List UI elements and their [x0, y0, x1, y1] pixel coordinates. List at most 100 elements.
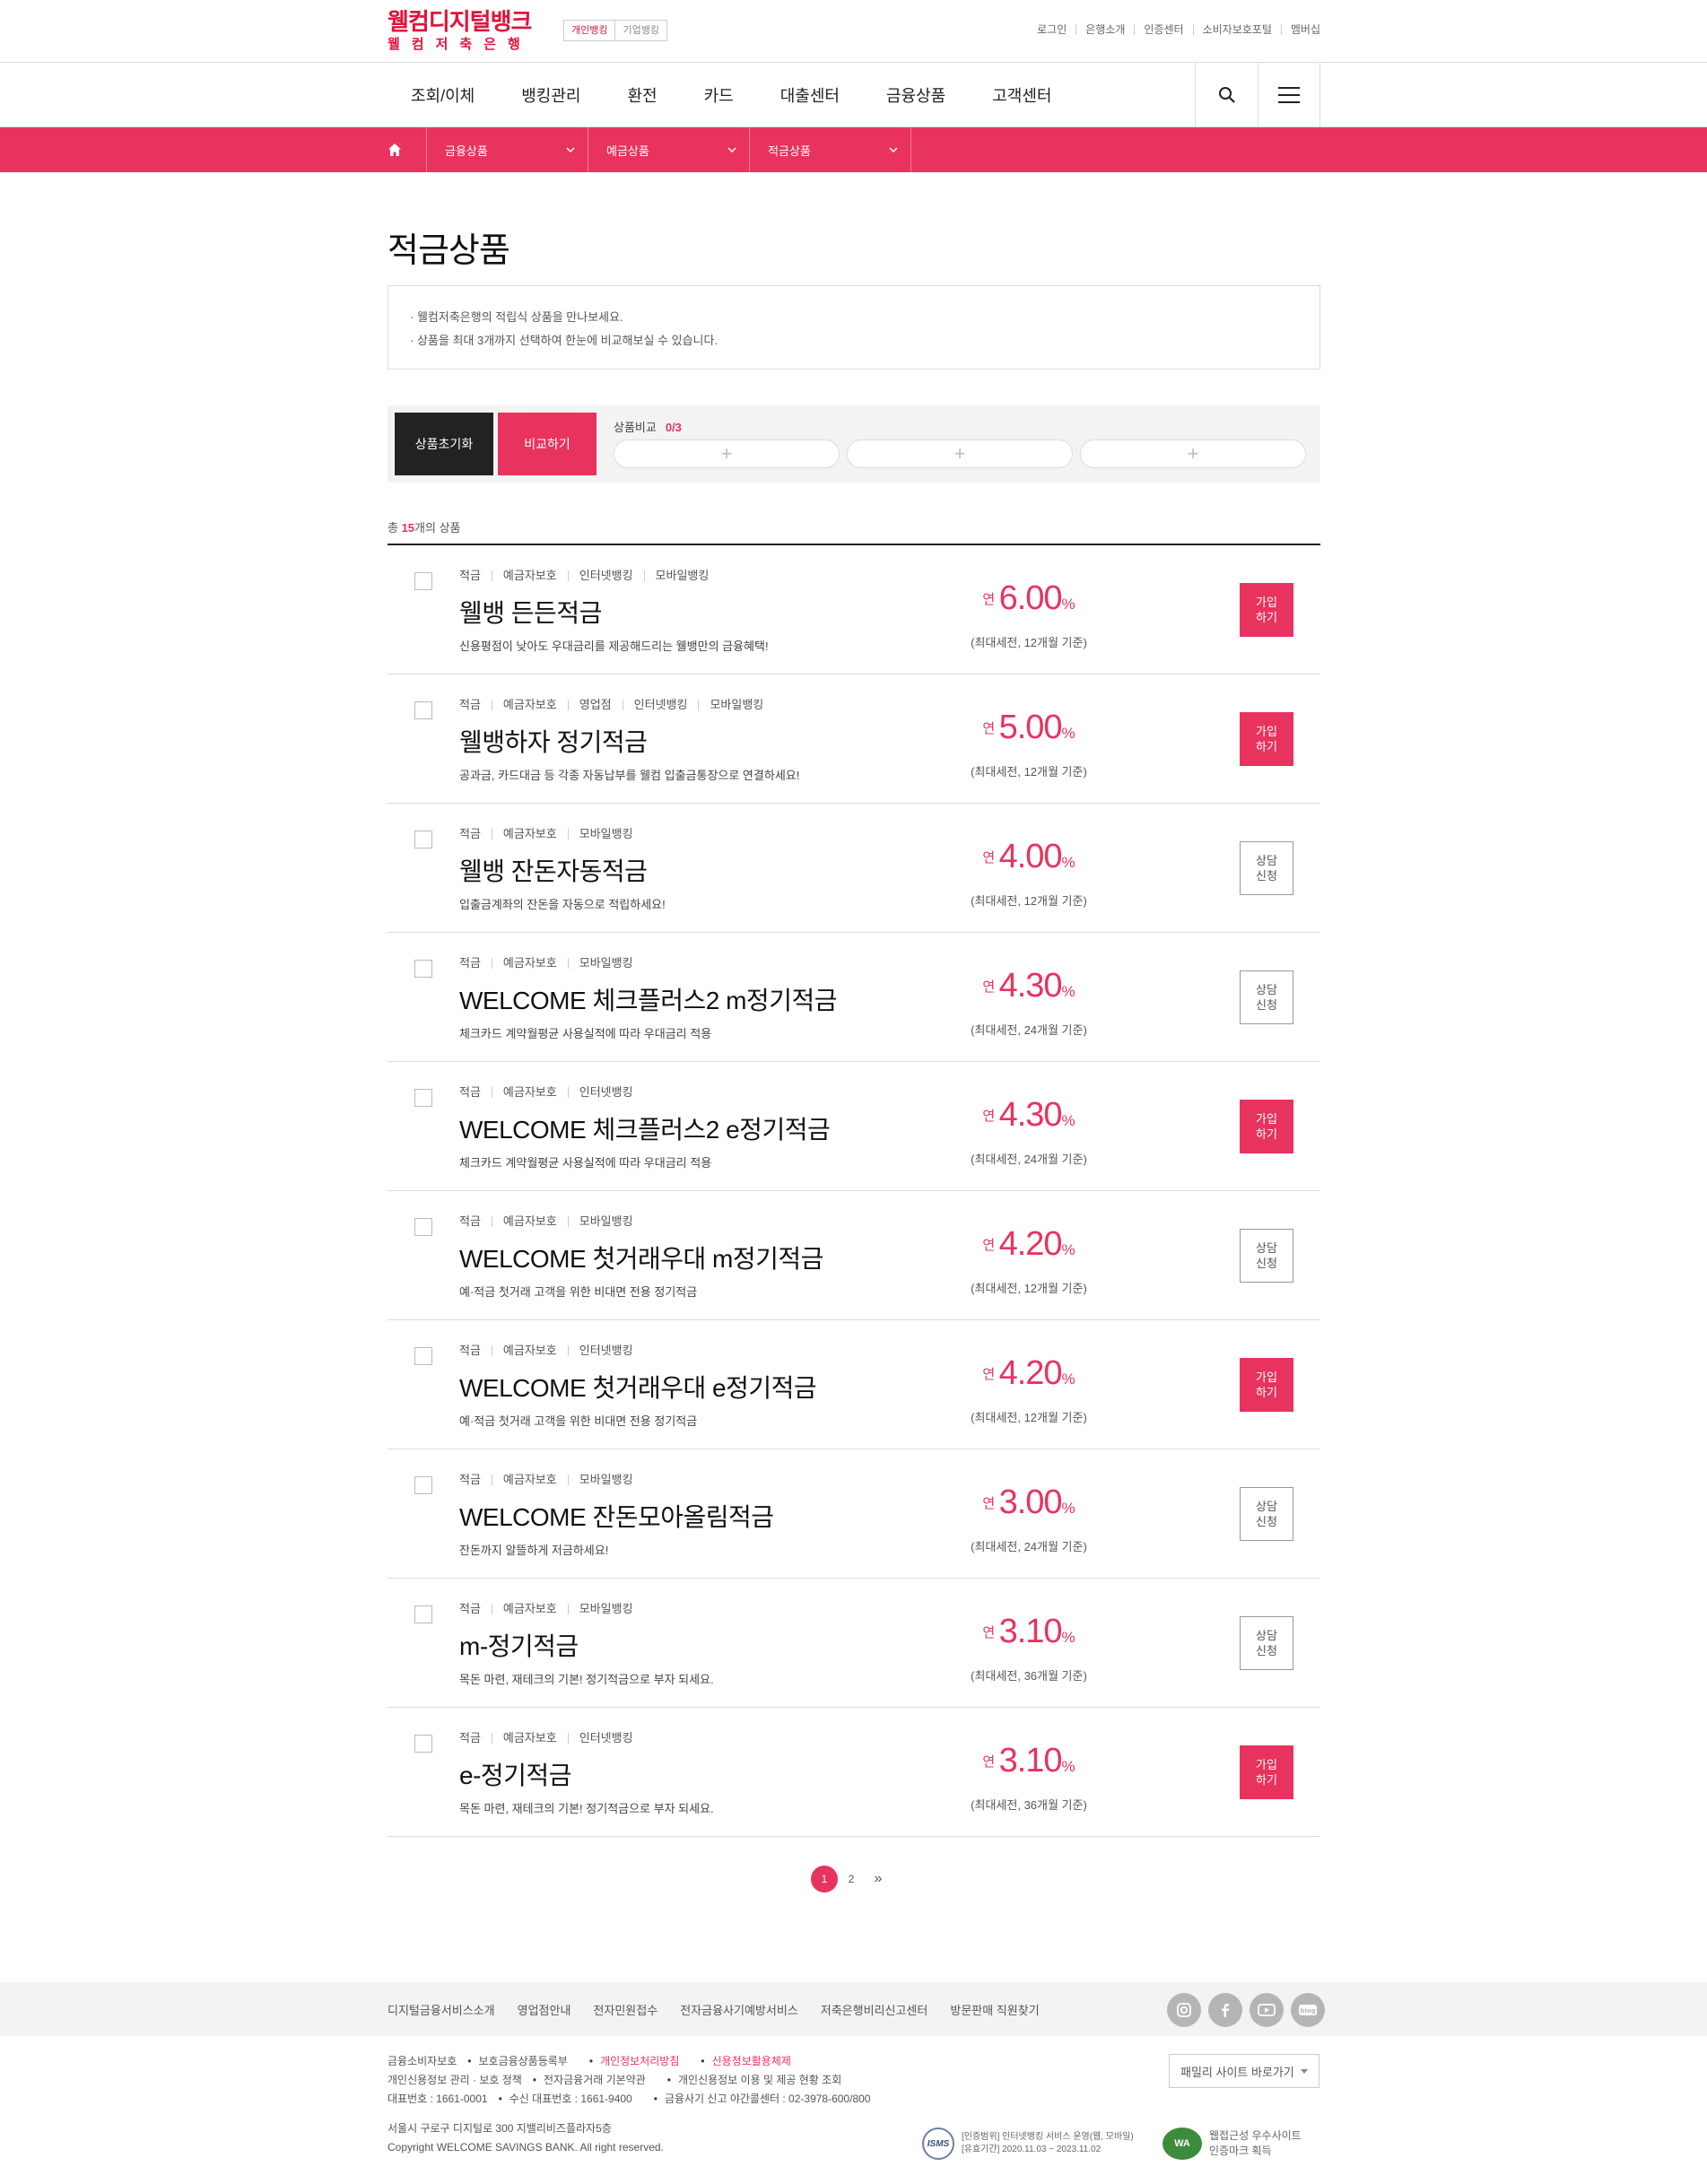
reset-products-button[interactable]: 상품초기화 — [395, 413, 493, 475]
home-button[interactable] — [388, 127, 427, 172]
chevron-down-icon — [566, 147, 575, 152]
logo[interactable]: 웰컴디지털뱅크 웰컴저축은행 — [388, 9, 532, 54]
consult-button[interactable]: 상담 신청 — [1240, 1229, 1293, 1283]
join-button[interactable]: 가입 하기 — [1240, 712, 1293, 766]
footer-link-door-sales[interactable]: 방문판매 직원찾기 — [950, 2001, 1039, 2018]
product-description: 목돈 마련, 재테크의 기본! 정기적금으로 부자 되세요. — [459, 1802, 714, 1815]
product-checkbox[interactable] — [414, 1347, 432, 1365]
join-button[interactable]: 가입 하기 — [1240, 583, 1293, 637]
footer-link-corruption-report[interactable]: 저축은행비리신고센터 — [821, 2001, 928, 2018]
search-button[interactable] — [1195, 63, 1258, 127]
page-1-button[interactable]: 1 — [811, 1866, 838, 1893]
nav-banking-management[interactable]: 뱅킹관리 — [498, 83, 604, 107]
consult-button[interactable]: 상담 신청 — [1240, 1487, 1293, 1541]
footer-link-fraud-prevention[interactable]: 전자금융사기예방서비스 — [680, 2001, 798, 2018]
breadcrumb-item-deposit-products[interactable]: 예금상품 — [588, 127, 750, 172]
nav-loan-center[interactable]: 대출센터 — [757, 83, 863, 107]
footer-privacy-policy[interactable]: 개인정보처리방침 — [589, 2052, 691, 2071]
family-site-select[interactable]: 패밀리 사이트 바로가기 — [1169, 2054, 1319, 2088]
tab-personal-banking[interactable]: 개인뱅킹 — [564, 21, 616, 40]
product-name[interactable]: e-정기적금 — [459, 1756, 571, 1792]
footer-credit-info-system[interactable]: 신용정보활용체제 — [701, 2052, 802, 2071]
compare-button[interactable]: 비교하기 — [498, 413, 597, 475]
wa-logo: WA — [1163, 2127, 1202, 2160]
nav-inquiry-transfer[interactable]: 조회/이체 — [388, 83, 498, 107]
breadcrumb-item-financial-products[interactable]: 금융상품 — [427, 127, 588, 172]
footer-eft-terms[interactable]: 전자금융거래 기본약관 — [533, 2071, 657, 2090]
product-checkbox[interactable] — [414, 1476, 432, 1494]
product-name[interactable]: 웰뱅하자 정기적금 — [459, 723, 648, 759]
product-rate: 연 3.10% — [930, 1742, 1128, 1780]
all-menu-button[interactable] — [1258, 63, 1320, 127]
product-checkbox[interactable] — [414, 1089, 432, 1107]
product-name[interactable]: WELCOME 체크플러스2 e정기적금 — [459, 1110, 831, 1146]
bank-intro-link[interactable]: 은행소개 — [1076, 24, 1134, 35]
footer-consumer-protection[interactable]: 금융소비자보호 — [388, 2052, 457, 2071]
page-2-button[interactable]: 2 — [838, 1866, 865, 1893]
product-name[interactable]: WELCOME 첫거래우대 m정기적금 — [459, 1240, 823, 1275]
link-text: 전자금융거래 기본약관 — [544, 2074, 646, 2086]
product-name[interactable]: 웰뱅 든든적금 — [459, 594, 602, 630]
compare-slot-1[interactable]: + — [614, 439, 840, 468]
footer-credit-policy[interactable]: 개인신용정보 관리 · 보호 정책 — [388, 2071, 522, 2090]
footer-protected-products[interactable]: 보호금융상품등록부 — [467, 2052, 579, 2071]
compare-slot-3[interactable]: + — [1080, 439, 1306, 468]
footer-deposit-phone: 수신 대표번호 : 1661-9400 — [499, 2090, 643, 2109]
product-checkbox[interactable] — [414, 1735, 432, 1753]
phone-text: 수신 대표번호 : 1661-9400 — [509, 2093, 632, 2105]
product-name[interactable]: WELCOME 잔돈모아올림적금 — [459, 1498, 774, 1534]
product-checkbox[interactable] — [414, 1605, 432, 1623]
product-tag: 모바일뱅킹 — [567, 1603, 644, 1614]
product-checkbox[interactable] — [414, 960, 432, 978]
membership-link[interactable]: 멤버십 — [1280, 24, 1320, 35]
consult-button[interactable]: 상담 신청 — [1240, 1616, 1293, 1670]
consult-button[interactable]: 상담 신청 — [1240, 970, 1293, 1024]
footer-link-branch[interactable]: 영업점안내 — [518, 2001, 571, 2018]
nav-financial-products[interactable]: 금융상품 — [863, 83, 969, 107]
instagram-icon[interactable] — [1167, 1993, 1201, 2027]
tab-corporate-banking[interactable]: 기업뱅킹 — [615, 21, 666, 40]
footer-link-digital-services[interactable]: 디지털금융서비스소개 — [388, 2001, 495, 2018]
product-description: 체크카드 계약월평균 사용실적에 따라 우대금리 적용 — [459, 1156, 712, 1170]
rate-value: 4.30 — [998, 967, 1063, 1005]
compare-slot-2[interactable]: + — [847, 439, 1073, 468]
youtube-icon[interactable] — [1250, 1993, 1284, 2027]
product-rate: 연 4.00% — [930, 838, 1128, 876]
isms-logo: ISMS — [922, 2127, 954, 2160]
rate-value: 4.20 — [998, 1225, 1063, 1263]
link-text: 개인정보처리방침 — [600, 2055, 680, 2067]
product-name[interactable]: m-정기적금 — [459, 1627, 579, 1663]
join-button[interactable]: 가입 하기 — [1240, 1358, 1293, 1412]
product-row: 적금 예금자보호 인터넷뱅킹 e-정기적금 목돈 마련, 재테크의 기본! 정기적금으로… — [388, 1708, 1320, 1837]
rate-prefix: 연 — [982, 721, 996, 736]
product-name[interactable]: WELCOME 체크플러스2 m정기적금 — [459, 981, 837, 1017]
breadcrumb-item-savings-products[interactable]: 적금상품 — [750, 127, 911, 172]
breadcrumb-label: 금융상품 — [445, 144, 488, 158]
product-checkbox[interactable] — [414, 831, 432, 848]
consult-button[interactable]: 상담 신청 — [1240, 841, 1293, 895]
cert-center-link[interactable]: 인증센터 — [1134, 24, 1192, 35]
product-checkbox[interactable] — [414, 572, 432, 590]
nav-exchange[interactable]: 환전 — [605, 83, 681, 107]
footer-credit-usage-inquiry[interactable]: 개인신용정보 이용 및 제공 현황 조회 — [667, 2071, 852, 2090]
product-tag: 적금 — [459, 1214, 481, 1228]
facebook-icon[interactable] — [1208, 1993, 1242, 2027]
product-tags: 적금 예금자보호 모바일뱅킹 — [459, 828, 644, 840]
compare-count: 0/3 — [665, 421, 682, 434]
product-name[interactable]: WELCOME 첫거래우대 e정기적금 — [459, 1369, 817, 1405]
product-tag: 예금자보호 — [491, 570, 568, 581]
product-checkbox[interactable] — [414, 701, 432, 719]
join-button[interactable]: 가입 하기 — [1240, 1100, 1293, 1153]
nav-customer-center[interactable]: 고객센터 — [969, 83, 1075, 107]
blog-icon[interactable]: blog — [1291, 1993, 1325, 2027]
footer-link-complaints[interactable]: 전자민원접수 — [593, 2001, 658, 2018]
rate-value: 5.00 — [998, 709, 1063, 746]
next-page-button[interactable]: » — [865, 1866, 892, 1893]
product-checkbox[interactable] — [414, 1218, 432, 1236]
login-link[interactable]: 로그인 — [1028, 24, 1076, 35]
consumer-portal-link[interactable]: 소비자보호포털 — [1192, 24, 1281, 35]
nav-card[interactable]: 카드 — [681, 83, 757, 107]
join-button[interactable]: 가입 하기 — [1240, 1745, 1293, 1799]
product-name[interactable]: 웰뱅 잔돈자동적금 — [459, 852, 648, 888]
footer-copyright: Copyright WELCOME SAVINGS BANK. All righ… — [388, 2141, 664, 2154]
